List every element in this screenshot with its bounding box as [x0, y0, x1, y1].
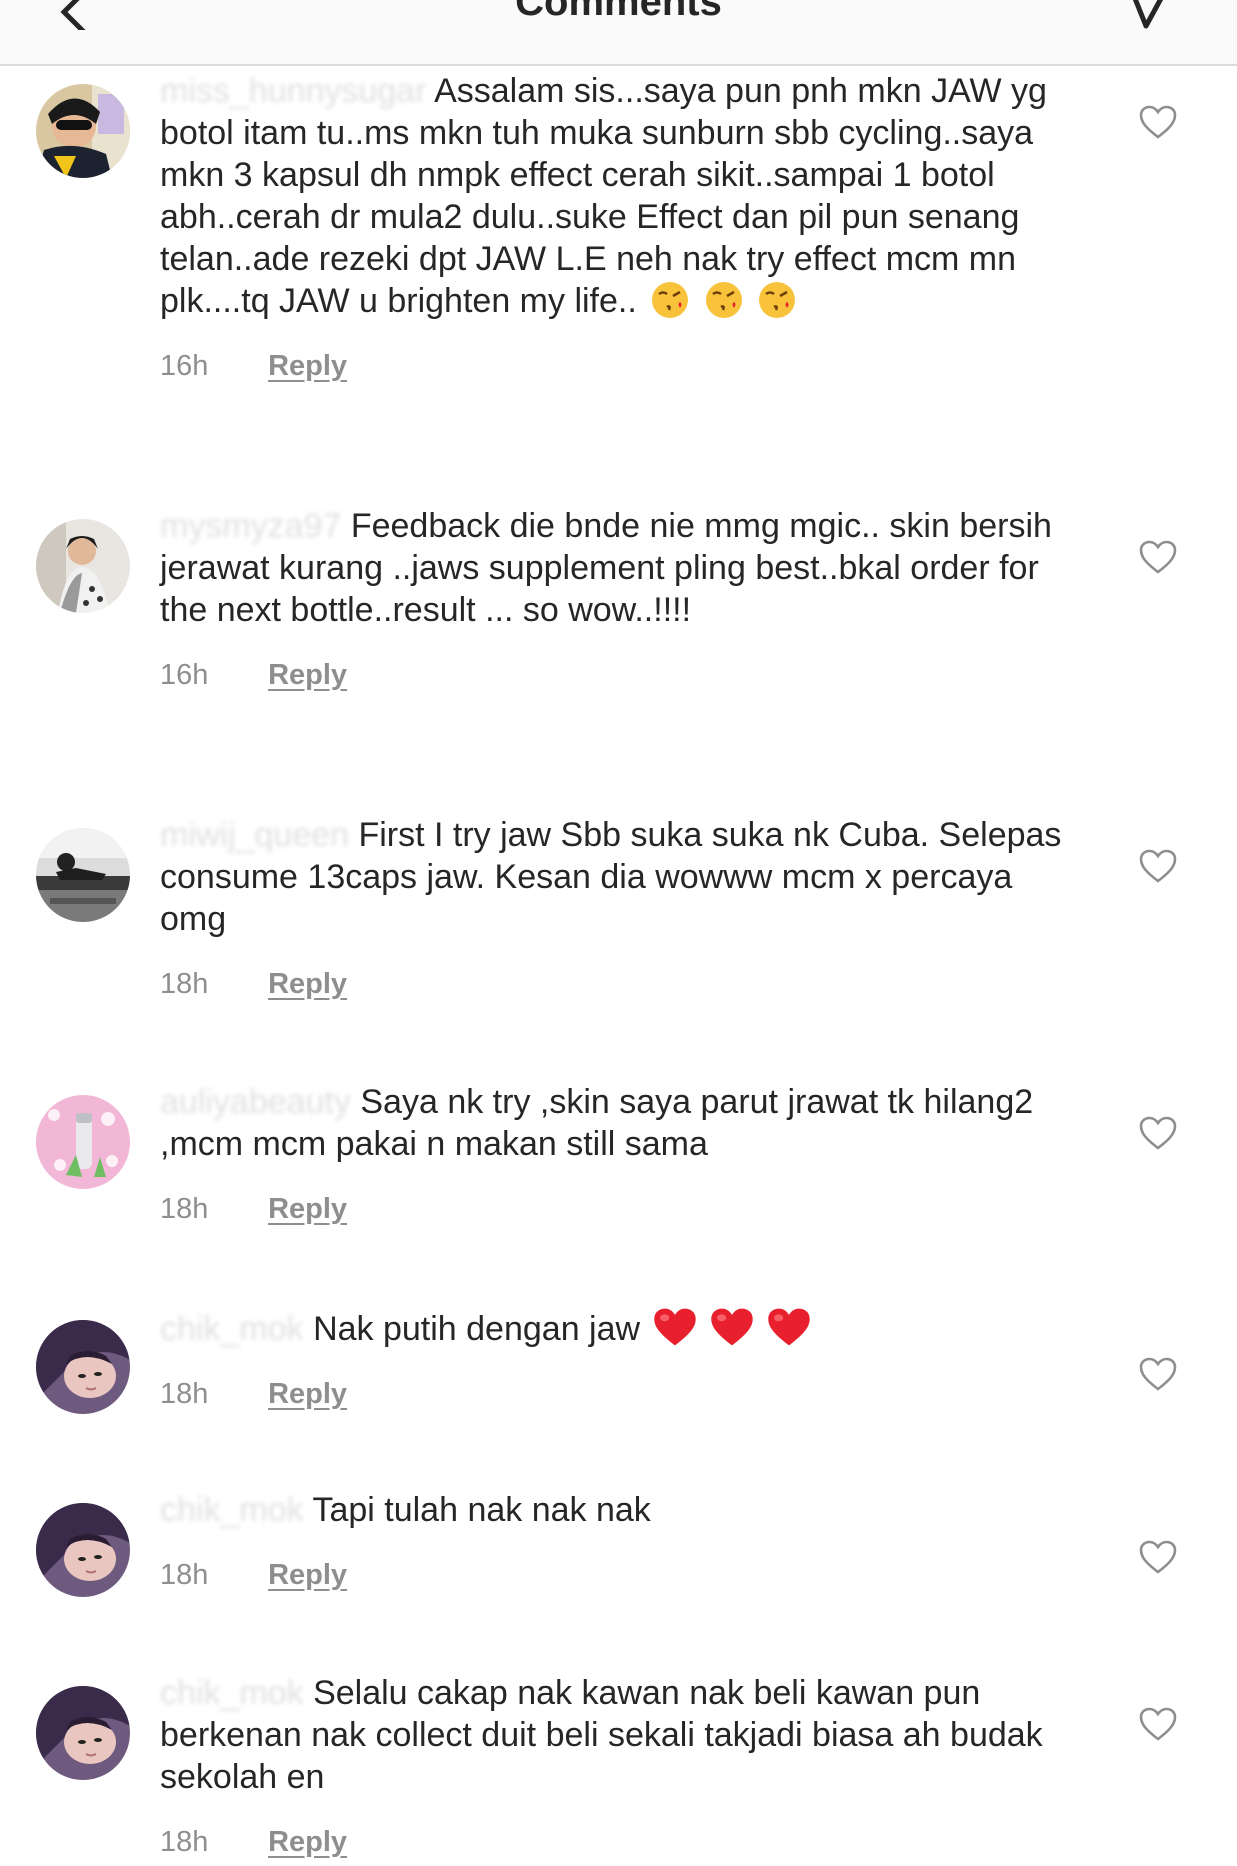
comment-time: 18h: [160, 1826, 209, 1858]
like-heart-icon[interactable]: [1138, 1539, 1178, 1575]
comment-body: Tapi tulah nak nak nak: [312, 1491, 651, 1529]
comment-text: chik_mok Nak putih dengan jaw: [160, 1306, 1080, 1350]
comment-time: 18h: [160, 1559, 209, 1591]
comment-text: mysmyza97 Feedback die bnde nie mmg mgic…: [160, 505, 1080, 631]
comment-text: chik_mok Selalu cakap nak kawan nak beli…: [160, 1672, 1080, 1798]
comment-time: 16h: [160, 659, 209, 691]
comment-text: auliyabeauty Saya nk try ,skin saya paru…: [160, 1081, 1080, 1165]
page-title: Comments: [515, 0, 722, 24]
reply-button[interactable]: Reply: [268, 966, 347, 1002]
comment-username[interactable]: miwij_queen: [160, 816, 349, 854]
avatar[interactable]: [36, 1320, 130, 1414]
like-heart-icon[interactable]: [1138, 104, 1178, 140]
comment-username[interactable]: mysmyza97: [160, 507, 341, 545]
comment-meta: 16h Reply: [160, 348, 1080, 384]
comment-time: 18h: [160, 1193, 209, 1225]
reply-button[interactable]: Reply: [268, 1824, 347, 1860]
like-heart-icon[interactable]: [1138, 1356, 1178, 1392]
comment-time: 18h: [160, 968, 209, 1000]
comment-username[interactable]: miss_hunnysugar: [160, 72, 426, 110]
comment-time: 18h: [160, 1378, 209, 1410]
reply-button[interactable]: Reply: [268, 657, 347, 693]
kiss-emoji-group: [646, 282, 797, 320]
comment-text: chik_mok Tapi tulah nak nak nak: [160, 1489, 1080, 1531]
paper-plane-icon: [1132, 0, 1164, 29]
reply-button[interactable]: Reply: [268, 1376, 347, 1412]
top-bar: Comments: [0, 0, 1237, 66]
red-heart-icon: [711, 1308, 753, 1346]
face-blowing-kiss-icon: [759, 282, 796, 318]
comment-meta: 18h Reply: [160, 1824, 1080, 1860]
reply-button[interactable]: Reply: [268, 348, 347, 384]
comment-body: Nak putih dengan jaw: [313, 1310, 641, 1348]
like-heart-icon[interactable]: [1138, 539, 1178, 575]
send-button[interactable]: [1126, 0, 1174, 30]
avatar[interactable]: [36, 1095, 130, 1189]
avatar[interactable]: [36, 84, 130, 178]
comment-username[interactable]: chik_mok: [160, 1310, 304, 1348]
comment-text: miss_hunnysugar Assalam sis...saya pun p…: [160, 70, 1080, 322]
comment-username[interactable]: chik_mok: [160, 1674, 304, 1712]
red-heart-icon: [653, 1308, 696, 1346]
reply-button[interactable]: Reply: [268, 1557, 347, 1593]
comment-text: miwij_queen First I try jaw Sbb suka suk…: [160, 814, 1080, 940]
reply-button[interactable]: Reply: [268, 1191, 347, 1227]
like-heart-icon[interactable]: [1138, 1706, 1178, 1742]
avatar[interactable]: [36, 519, 130, 613]
like-heart-icon[interactable]: [1138, 1115, 1178, 1151]
comment-username[interactable]: auliyabeauty: [160, 1083, 351, 1121]
comment-meta: 16h Reply: [160, 657, 1080, 693]
comment-meta: 18h Reply: [160, 966, 1080, 1002]
face-blowing-kiss-icon: [652, 282, 689, 318]
comment-meta: 18h Reply: [160, 1557, 1080, 1593]
comment-meta: 18h Reply: [160, 1376, 1080, 1412]
avatar[interactable]: [36, 1503, 130, 1597]
avatar[interactable]: [36, 828, 130, 922]
comment-time: 16h: [160, 350, 209, 382]
face-blowing-kiss-icon: [705, 282, 742, 318]
like-heart-icon[interactable]: [1138, 848, 1178, 884]
red-heart-emoji-group: [640, 1308, 812, 1348]
avatar[interactable]: [36, 1686, 130, 1780]
comment-username[interactable]: chik_mok: [160, 1491, 304, 1529]
comment-meta: 18h Reply: [160, 1191, 1080, 1227]
red-heart-icon: [768, 1308, 811, 1346]
